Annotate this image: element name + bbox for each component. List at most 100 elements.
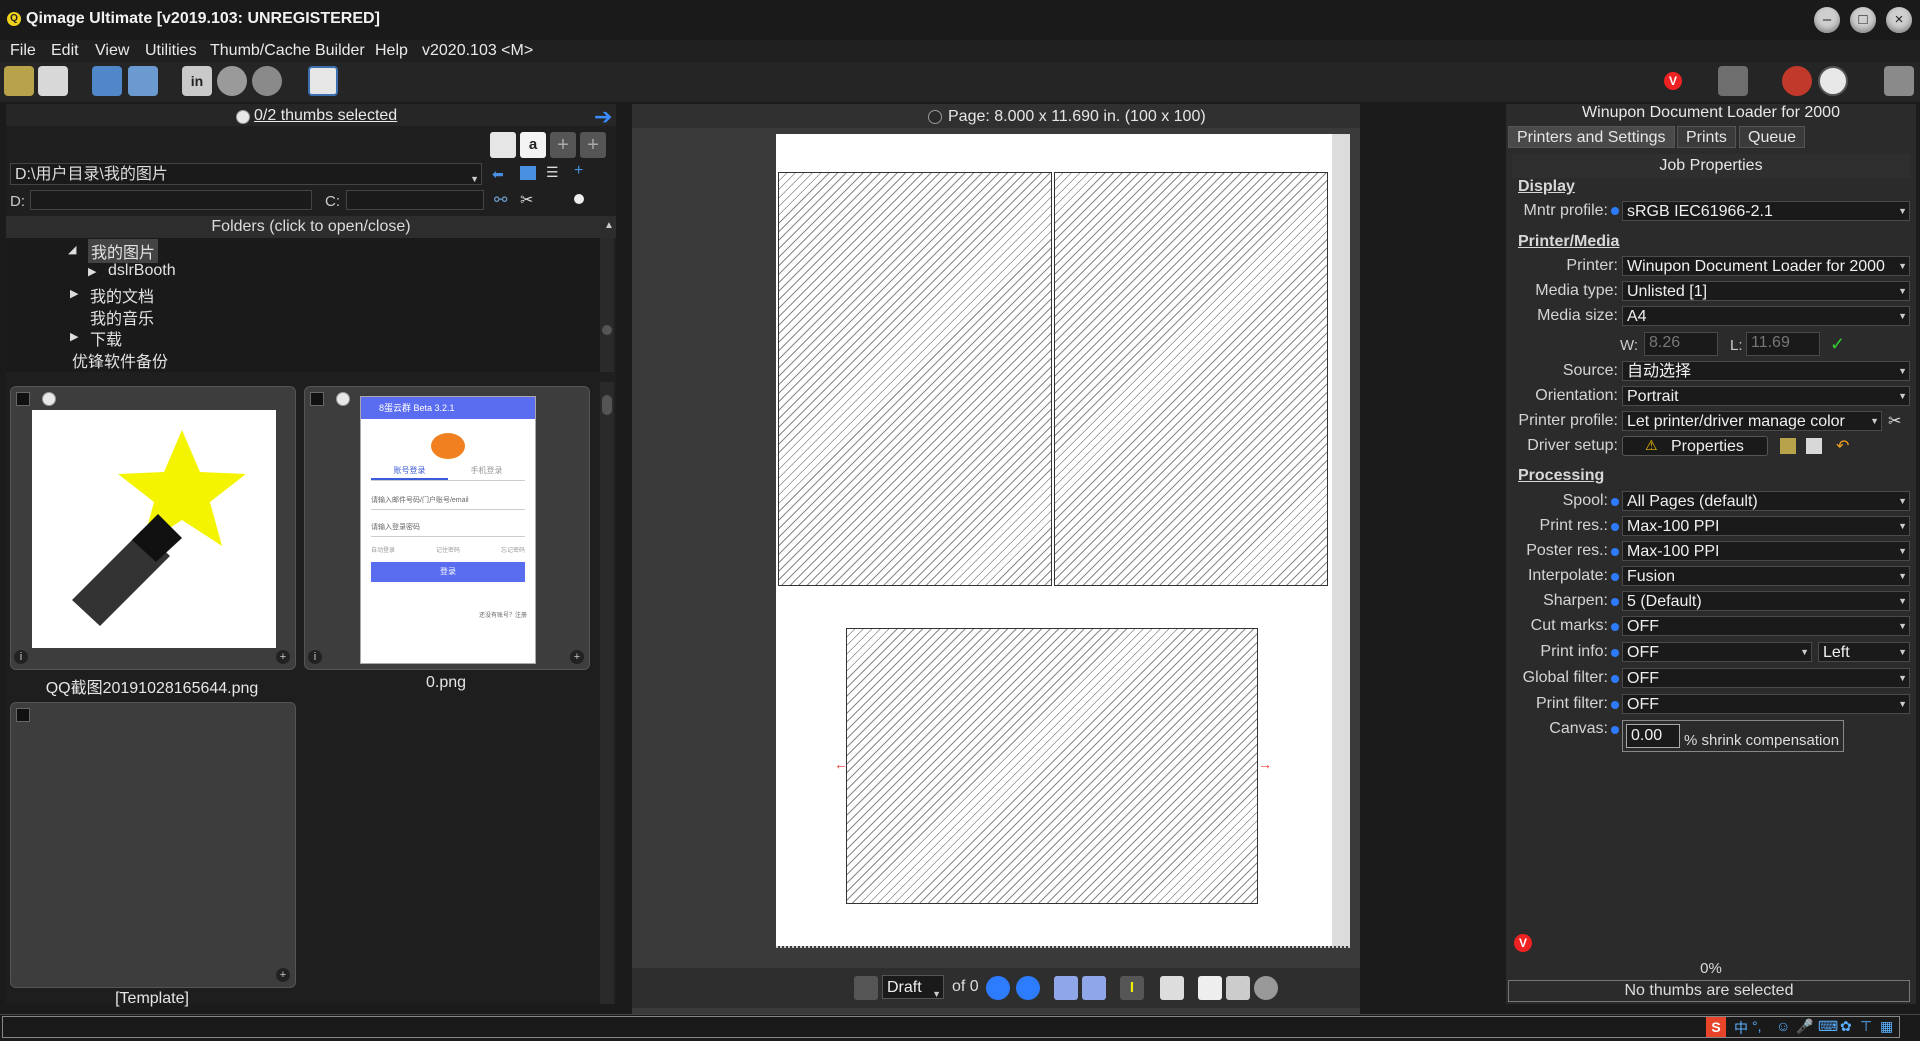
- load-settings-icon[interactable]: [1780, 438, 1796, 454]
- setting-dot[interactable]: [1611, 726, 1619, 734]
- setting-dot[interactable]: [1611, 701, 1619, 709]
- thumb-checkbox[interactable]: [310, 392, 324, 406]
- thumb-image[interactable]: 8蛋云群 Beta 3.2.1 账号登录 手机登录 请输入邮件号码/门户账号/e…: [360, 396, 536, 664]
- d-filter-input[interactable]: [30, 190, 312, 210]
- back-arrow-icon[interactable]: ⬅: [492, 166, 508, 182]
- add-folder-icon[interactable]: +: [580, 132, 606, 158]
- path-select[interactable]: D:\用户目录\我的图片 ▼: [10, 163, 482, 185]
- layout-icon[interactable]: [308, 66, 338, 96]
- add-icon[interactable]: +: [276, 968, 290, 982]
- print-info-position-select[interactable]: Left ▼: [1818, 642, 1910, 662]
- shirt-icon[interactable]: ⊤: [1860, 1018, 1872, 1035]
- folder-scrollbar[interactable]: [600, 238, 614, 372]
- grid-tools-icon[interactable]: ▦: [1880, 1018, 1893, 1035]
- menu-view[interactable]: View: [95, 42, 129, 60]
- printer-select[interactable]: Winupon Document Loader for 2000 ▼: [1622, 256, 1910, 276]
- length-input[interactable]: 11.69: [1746, 332, 1820, 356]
- menu-file[interactable]: File: [10, 42, 36, 60]
- setting-dot[interactable]: [1611, 649, 1619, 657]
- forward-arrow-icon[interactable]: ➔: [594, 104, 612, 130]
- disc-icon[interactable]: [217, 66, 247, 96]
- help-icon[interactable]: [1254, 976, 1278, 1000]
- image-frame[interactable]: [1054, 172, 1328, 586]
- tree-item-my-documents[interactable]: 我的文档: [90, 283, 154, 307]
- save-settings-icon[interactable]: [1806, 438, 1822, 454]
- interpolate-select[interactable]: Fusion ▼: [1622, 566, 1910, 586]
- portrait-view-icon[interactable]: [1054, 976, 1078, 1000]
- collapsed-arrow-icon[interactable]: ▶: [70, 287, 78, 300]
- open-folder-icon[interactable]: [4, 66, 34, 96]
- spool-select[interactable]: All Pages (default) ▼: [1622, 491, 1910, 511]
- setting-dot[interactable]: [1611, 623, 1619, 631]
- thumb-checkbox[interactable]: [16, 708, 30, 722]
- thumbs-selected-link[interactable]: 0/2 thumbs selected: [254, 107, 397, 125]
- tree-add-icon[interactable]: +: [574, 162, 592, 180]
- flame-icon[interactable]: [1782, 66, 1812, 96]
- tree-item-dslrbooth[interactable]: dslrBooth: [108, 262, 176, 280]
- tab-prints[interactable]: Prints: [1677, 126, 1736, 148]
- setting-dot[interactable]: [1611, 207, 1619, 215]
- grid-icon[interactable]: [520, 166, 536, 180]
- collapse-icon[interactable]: ▲: [604, 220, 614, 231]
- printer-icon[interactable]: [1718, 66, 1748, 96]
- orientation-select[interactable]: Portrait ▼: [1622, 386, 1910, 406]
- processing-section[interactable]: Processing: [1518, 467, 1604, 485]
- collapsed-arrow-icon[interactable]: ▶: [70, 330, 78, 343]
- tree-item-my-pictures[interactable]: 我的图片: [88, 239, 159, 263]
- display-section[interactable]: Display: [1518, 178, 1575, 196]
- menu-utilities[interactable]: Utilities: [145, 42, 197, 60]
- crop-icon[interactable]: [1160, 976, 1184, 1000]
- folders-header[interactable]: Folders (click to open/close): [6, 216, 616, 238]
- collapsed-arrow-icon[interactable]: ▶: [88, 265, 96, 278]
- expand-arrow-icon[interactable]: ◢: [68, 243, 76, 256]
- keyboard-icon[interactable]: ⌨: [1818, 1018, 1838, 1035]
- binoculars-icon[interactable]: ⚯: [494, 190, 514, 210]
- new-page-icon[interactable]: [1198, 976, 1222, 1000]
- cut-marks-select[interactable]: OFF ▼: [1622, 616, 1910, 636]
- setting-dot[interactable]: [1611, 598, 1619, 606]
- page-radio[interactable]: [928, 110, 942, 124]
- skin-icon[interactable]: ✿: [1840, 1018, 1852, 1035]
- convert-icon[interactable]: [128, 66, 158, 96]
- thumb-radio[interactable]: [336, 392, 350, 406]
- print-res-select[interactable]: Max-100 PPI ▼: [1622, 516, 1910, 536]
- ime-mode[interactable]: 中: [1734, 1018, 1748, 1038]
- print-info-select[interactable]: OFF ▼: [1622, 642, 1812, 662]
- gear-icon[interactable]: [252, 66, 282, 96]
- setting-dot[interactable]: [1611, 675, 1619, 683]
- save-icon[interactable]: [38, 66, 68, 96]
- microphone-icon[interactable]: 🎤: [1796, 1018, 1813, 1035]
- vivaldi-icon[interactable]: V: [1664, 72, 1682, 90]
- tree-item-software-backup[interactable]: 优锋软件备份: [72, 348, 168, 372]
- info-icon[interactable]: i: [14, 650, 28, 664]
- media-size-select[interactable]: A4 ▼: [1622, 306, 1910, 326]
- mntr-profile-select[interactable]: sRGB IEC61966-2.1 ▼: [1622, 201, 1910, 221]
- info-icon[interactable]: i: [308, 650, 322, 664]
- setting-dot[interactable]: [1611, 573, 1619, 581]
- image-frame[interactable]: [778, 172, 1052, 586]
- tab-printers-settings[interactable]: Printers and Settings: [1508, 126, 1675, 148]
- image-frame[interactable]: [846, 628, 1258, 904]
- status-dot-icon[interactable]: [574, 194, 584, 204]
- menu-thumb-cache-builder[interactable]: Thumb/Cache Builder: [210, 42, 365, 60]
- page-settings-icon[interactable]: [1226, 976, 1250, 1000]
- thumb-checkbox[interactable]: [16, 392, 30, 406]
- setting-dot[interactable]: [1611, 523, 1619, 531]
- menu-help[interactable]: Help: [375, 42, 408, 60]
- ime-punct[interactable]: °,: [1752, 1018, 1762, 1034]
- checkmark-icon[interactable]: ✓: [1830, 334, 1845, 355]
- print-filter-select[interactable]: OFF ▼: [1622, 694, 1910, 714]
- prev-page-icon[interactable]: [986, 976, 1010, 1000]
- media-type-select[interactable]: Unlisted [1] ▼: [1622, 281, 1910, 301]
- tree-item-downloads[interactable]: 下载: [90, 326, 122, 350]
- menu-edit[interactable]: Edit: [51, 42, 79, 60]
- undo-icon[interactable]: ↶: [1836, 436, 1849, 456]
- thumbs-scrollbar[interactable]: [600, 382, 614, 1004]
- menu-version[interactable]: v2020.103 <M>: [422, 42, 533, 60]
- properties-button[interactable]: ⚠ Properties: [1622, 436, 1768, 456]
- folder-scroll-thumb[interactable]: [602, 325, 612, 335]
- maximize-button[interactable]: □: [1850, 7, 1876, 33]
- global-filter-select[interactable]: OFF ▼: [1622, 668, 1910, 688]
- thumb-radio[interactable]: [42, 392, 56, 406]
- add-icon[interactable]: +: [570, 650, 584, 664]
